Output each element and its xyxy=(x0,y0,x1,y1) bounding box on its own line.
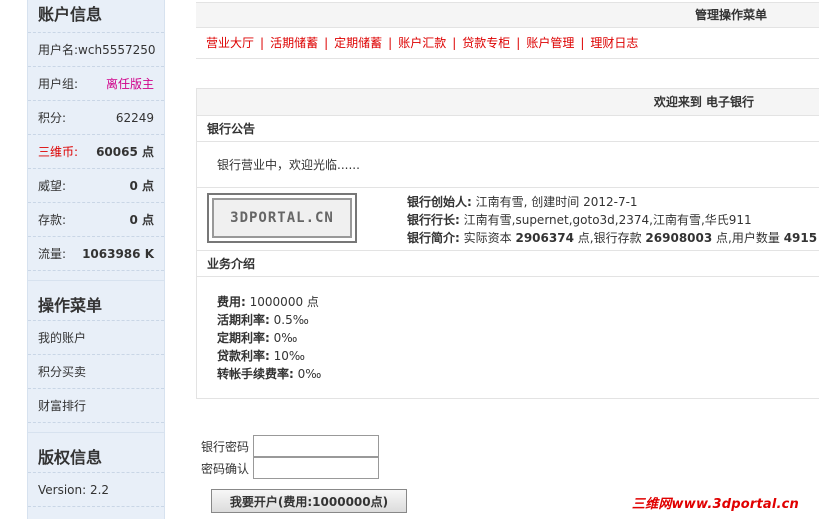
fee-value: 1000000 点 xyxy=(249,295,319,309)
nav-link-fixed-savings[interactable]: 定期储蓄 xyxy=(334,36,382,50)
fixed-rate-value: 0‰ xyxy=(273,331,298,345)
version-text: Version: 2.2 xyxy=(28,473,164,507)
usergroup-row: 用户组: 离任版主 xyxy=(28,67,164,101)
transfer-fee-value: 0‰ xyxy=(297,367,322,381)
confirm-password-input[interactable] xyxy=(253,457,379,479)
traffic-row: 流量: 1063986 K xyxy=(28,237,164,271)
welcome-title: 欢迎来到 电子银行 xyxy=(197,88,819,116)
logo-text: 3DPORTAL.CN xyxy=(230,210,334,226)
prestige-row: 威望: 0 点 xyxy=(28,169,164,203)
fixed-rate-line: 定期利率: 0‰ xyxy=(217,329,321,347)
loan-rate-label: 贷款利率: xyxy=(217,349,270,363)
open-account-button[interactable]: 我要开户(费用:1000000点) xyxy=(211,489,407,513)
admin-menu-title: 管理操作菜单 xyxy=(196,2,819,28)
sidebar-item-my-account[interactable]: 我的账户 xyxy=(28,321,164,355)
sidebar-item-points-trade[interactable]: 积分买卖 xyxy=(28,355,164,389)
username-value: wch5557250 xyxy=(78,43,156,57)
notice-title: 银行公告 xyxy=(197,116,819,142)
current-rate-label: 活期利率: xyxy=(217,313,270,327)
prestige-label: 威望: xyxy=(38,179,67,193)
divider xyxy=(28,423,164,433)
deposits-value: 26908003 xyxy=(645,231,713,245)
intro-mid2: 点,用户数量 xyxy=(716,231,780,245)
business-list: 费用: 1000000 点 活期利率: 0.5‰ 定期利率: 0‰ 贷款利率: … xyxy=(217,293,321,383)
intro-line: 银行简介: 实际资本 2906374 点,银行存款 26908003 点,用户数… xyxy=(407,229,817,247)
usergroup-value[interactable]: 离任版主 xyxy=(106,67,154,100)
intro-mid1: 点,银行存款 xyxy=(577,231,642,245)
points-value: 62249 xyxy=(115,111,154,125)
president-value: 江南有雪,supernet,goto3d,2374,江南有雪,华氏911 xyxy=(463,213,752,227)
traffic-value: 1063986 K xyxy=(82,247,154,261)
confirm-label: 密码确认 xyxy=(200,461,249,476)
transfer-fee-label: 转帐手续费率: xyxy=(217,367,294,381)
confirm-row: 密码确认 xyxy=(196,457,379,479)
coins-row: 三维币: 60065 点 xyxy=(28,135,164,169)
username-label: 用户名: xyxy=(38,43,79,57)
loan-rate-line: 贷款利率: 10‰ xyxy=(217,347,321,365)
copyright-title: 版权信息 xyxy=(28,433,164,473)
username-row: 用户名: wch5557250 xyxy=(28,33,164,67)
divider xyxy=(28,271,164,281)
coins-value: 60065 点 xyxy=(96,145,154,159)
notice-text: 银行营业中，欢迎光临...... xyxy=(217,158,360,172)
president-line: 银行行长: 江南有雪,supernet,goto3d,2374,江南有雪,华氏9… xyxy=(407,211,817,229)
prestige-value: 0 点 xyxy=(129,179,154,193)
bank-logo: 3DPORTAL.CN xyxy=(207,193,357,243)
current-rate-value: 0.5‰ xyxy=(273,313,309,327)
fee-line: 费用: 1000000 点 xyxy=(217,293,321,311)
loan-rate-value: 10‰ xyxy=(273,349,306,363)
nav-link-remittance[interactable]: 账户汇款 xyxy=(398,36,446,50)
nav-link-current-savings[interactable]: 活期储蓄 xyxy=(270,36,318,50)
founder-line: 银行创始人: 江南有雪, 创建时间 2012-7-1 xyxy=(407,193,817,211)
sidebar: 账户信息 用户名: wch5557250 用户组: 离任版主 积分: 62249… xyxy=(27,0,165,519)
nav-link-loans[interactable]: 贷款专柜 xyxy=(462,36,510,50)
traffic-label: 流量: xyxy=(38,247,67,261)
nav-link-hall[interactable]: 营业大厅 xyxy=(206,36,254,50)
president-label: 银行行长: xyxy=(407,213,460,227)
deposit-row: 存款: 0 点 xyxy=(28,203,164,237)
sidebar-item-wealth-rank[interactable]: 财富排行 xyxy=(28,389,164,423)
points-label: 积分: xyxy=(38,111,67,125)
usergroup-label: 用户组: xyxy=(38,77,79,91)
users-value: 4915 xyxy=(783,231,818,245)
current-rate-line: 活期利率: 0.5‰ xyxy=(217,311,321,329)
points-row: 积分: 62249 xyxy=(28,101,164,135)
deposit-value: 0 点 xyxy=(129,213,154,227)
nav-link-account-manage[interactable]: 账户管理 xyxy=(526,36,574,50)
bank-nav: 营业大厅 | 活期储蓄 | 定期储蓄 | 账户汇款 | 贷款专柜 | 账户管理 | 理财日志 xyxy=(196,33,819,59)
coins-label: 三维币: xyxy=(38,145,79,159)
fixed-rate-label: 定期利率: xyxy=(217,331,270,345)
founder-value: 江南有雪, 创建时间 2012-7-1 xyxy=(475,195,638,209)
site-watermark: 三维网www.3dportal.cn xyxy=(631,497,799,512)
bank-panel: 欢迎来到 电子银行 银行公告 银行营业中，欢迎光临...... 3DPORTAL… xyxy=(196,88,819,399)
intro-label: 银行简介: xyxy=(407,231,460,245)
bank-info: 银行创始人: 江南有雪, 创建时间 2012-7-1 银行行长: 江南有雪,su… xyxy=(407,193,817,247)
password-label: 银行密码 xyxy=(200,439,249,454)
password-row: 银行密码 xyxy=(196,435,379,457)
bank-password-input[interactable] xyxy=(253,435,379,457)
operation-menu-title: 操作菜单 xyxy=(28,281,164,321)
nav-link-finance-log[interactable]: 理财日志 xyxy=(590,36,638,50)
capital-value: 2906374 xyxy=(515,231,574,245)
bank-info-row: 3DPORTAL.CN 银行创始人: 江南有雪, 创建时间 2012-7-1 银… xyxy=(197,187,819,251)
business-title: 业务介绍 xyxy=(197,251,819,277)
deposit-label: 存款: xyxy=(38,213,67,227)
intro-prefix: 实际资本 xyxy=(463,231,512,245)
transfer-fee-line: 转帐手续费率: 0‰ xyxy=(217,365,321,383)
fee-label: 费用: xyxy=(217,295,246,309)
founder-label: 银行创始人: xyxy=(407,195,472,209)
account-info-title: 账户信息 xyxy=(28,0,164,33)
